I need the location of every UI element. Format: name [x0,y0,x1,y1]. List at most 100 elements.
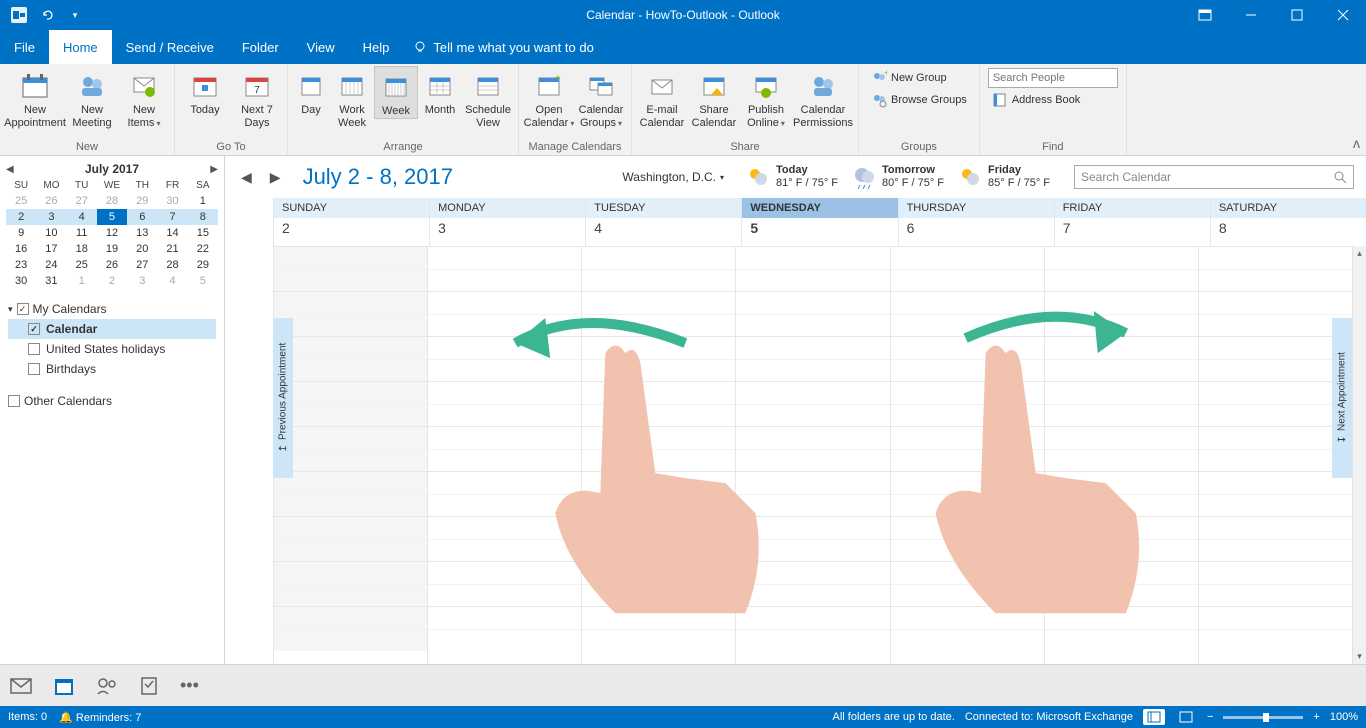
view-reading-icon[interactable] [1175,709,1197,725]
sidebar-calendar-item[interactable]: United States holidays [8,339,216,359]
mini-cal-month[interactable]: July 2017 [85,162,139,176]
mini-cal-day[interactable]: 22 [188,241,218,257]
address-book-button[interactable]: Address Book [988,90,1118,110]
nav-calendar-icon[interactable] [54,676,74,696]
new-items-button[interactable]: New Items▾ [118,66,170,130]
day-header[interactable]: FRIDAY7 [1054,198,1210,246]
mini-cal-day[interactable]: 2 [97,273,127,289]
work-week-button[interactable]: Work Week [330,66,374,130]
mini-cal-day[interactable]: 29 [188,257,218,273]
mini-cal-day[interactable]: 2 [6,209,36,225]
mini-cal-day[interactable]: 30 [6,273,36,289]
sidebar-calendar-item[interactable]: ✓Calendar [8,319,216,339]
sidebar-calendar-item[interactable]: Birthdays [8,359,216,379]
mini-cal-day[interactable]: 11 [67,225,97,241]
mini-cal-day[interactable]: 28 [97,193,127,209]
mini-cal-day[interactable]: 16 [6,241,36,257]
search-people-input[interactable] [988,68,1118,88]
tab-folder[interactable]: Folder [228,30,293,64]
new-group-button[interactable]: +New Group [867,68,971,88]
mini-cal-day[interactable]: 3 [36,209,66,225]
mini-cal-day[interactable]: 5 [97,209,127,225]
calendar-groups-button[interactable]: Calendar Groups▾ [575,66,627,130]
calendar-permissions-button[interactable]: Calendar Permissions [792,66,854,130]
nav-people-icon[interactable] [96,677,118,695]
day-column[interactable] [273,246,427,664]
my-calendars-group[interactable]: ▾✓My Calendars [8,299,216,319]
email-calendar-button[interactable]: E-mail Calendar [636,66,688,130]
mini-cal-day[interactable]: 4 [157,273,187,289]
day-header[interactable]: THURSDAY6 [898,198,1054,246]
publish-online-button[interactable]: Publish Online▾ [740,66,792,130]
other-calendars-group[interactable]: Other Calendars [8,391,216,411]
qat-outlook-icon[interactable] [8,4,30,26]
prev-month-icon[interactable]: ◀ [6,164,14,175]
week-view-button[interactable]: Week [374,66,418,119]
weather-location[interactable]: Washington, D.C.▾ [622,170,724,184]
mini-cal-day[interactable]: 31 [36,273,66,289]
mini-cal-day[interactable]: 5 [188,273,218,289]
day-column[interactable] [1044,246,1198,664]
next-month-icon[interactable]: ▶ [210,164,218,175]
mini-cal-day[interactable]: 25 [67,257,97,273]
schedule-view-button[interactable]: Schedule View [462,66,514,130]
mini-cal-day[interactable]: 3 [127,273,157,289]
day-header[interactable]: MONDAY3 [429,198,585,246]
mini-cal-day[interactable]: 17 [36,241,66,257]
mini-cal-day[interactable]: 14 [157,225,187,241]
tab-home[interactable]: Home [49,30,112,64]
ribbon-display-icon[interactable] [1182,0,1228,30]
mini-cal-day[interactable]: 25 [6,193,36,209]
nav-tasks-icon[interactable] [140,676,158,696]
zoom-slider[interactable] [1223,716,1303,719]
day-header[interactable]: WEDNESDAY5 [741,198,897,246]
mini-cal-day[interactable]: 29 [127,193,157,209]
mini-cal-day[interactable]: 7 [157,209,187,225]
mini-cal-day[interactable]: 1 [188,193,218,209]
mini-cal-day[interactable]: 26 [36,193,66,209]
mini-cal-day[interactable]: 30 [157,193,187,209]
collapse-ribbon-icon[interactable]: ʌ [1353,135,1360,151]
day-column[interactable] [581,246,735,664]
checkbox-icon[interactable] [28,363,40,375]
view-normal-icon[interactable] [1143,709,1165,725]
mini-cal-day[interactable]: 27 [127,257,157,273]
qat-customize-icon[interactable]: ▾ [64,4,86,26]
mini-cal-day[interactable]: 12 [97,225,127,241]
next-7-days-button[interactable]: 7Next 7 Days [231,66,283,130]
mini-cal-day[interactable]: 27 [67,193,97,209]
open-calendar-button[interactable]: +Open Calendar▾ [523,66,575,130]
search-calendar-input[interactable]: Search Calendar [1074,165,1354,189]
close-button[interactable] [1320,0,1366,30]
tell-me-search[interactable]: Tell me what you want to do [403,30,603,64]
day-header[interactable]: SATURDAY8 [1210,198,1366,246]
mini-cal-day[interactable]: 19 [97,241,127,257]
mini-cal-day[interactable]: 4 [67,209,97,225]
checkbox-icon[interactable] [8,395,20,407]
today-button[interactable]: Today [179,66,231,117]
mini-cal-day[interactable]: 26 [97,257,127,273]
mini-cal-day[interactable]: 6 [127,209,157,225]
nav-more-icon[interactable]: ••• [180,675,199,696]
zoom-in-icon[interactable]: + [1313,711,1319,723]
share-calendar-button[interactable]: Share Calendar [688,66,740,130]
day-view-button[interactable]: Day [292,66,330,117]
mini-cal-day[interactable]: 20 [127,241,157,257]
mini-cal-day[interactable]: 15 [188,225,218,241]
day-column[interactable] [1198,246,1352,664]
mini-cal-day[interactable]: 21 [157,241,187,257]
mini-cal-day[interactable]: 10 [36,225,66,241]
day-column[interactable] [427,246,581,664]
previous-appointment-tab[interactable]: ↤Previous Appointment [273,318,293,478]
mini-cal-day[interactable]: 18 [67,241,97,257]
tab-view[interactable]: View [293,30,349,64]
month-view-button[interactable]: Month [418,66,462,117]
mini-cal-day[interactable]: 9 [6,225,36,241]
day-header[interactable]: SUNDAY2 [273,198,429,246]
new-meeting-button[interactable]: New Meeting [66,66,118,130]
tab-send-receive[interactable]: Send / Receive [112,30,228,64]
vertical-scrollbar[interactable]: ▴▾ [1352,246,1366,664]
checkbox-icon[interactable] [28,343,40,355]
prev-week-icon[interactable]: ◀ [237,169,256,186]
next-appointment-tab[interactable]: ↦Next Appointment [1332,318,1352,478]
